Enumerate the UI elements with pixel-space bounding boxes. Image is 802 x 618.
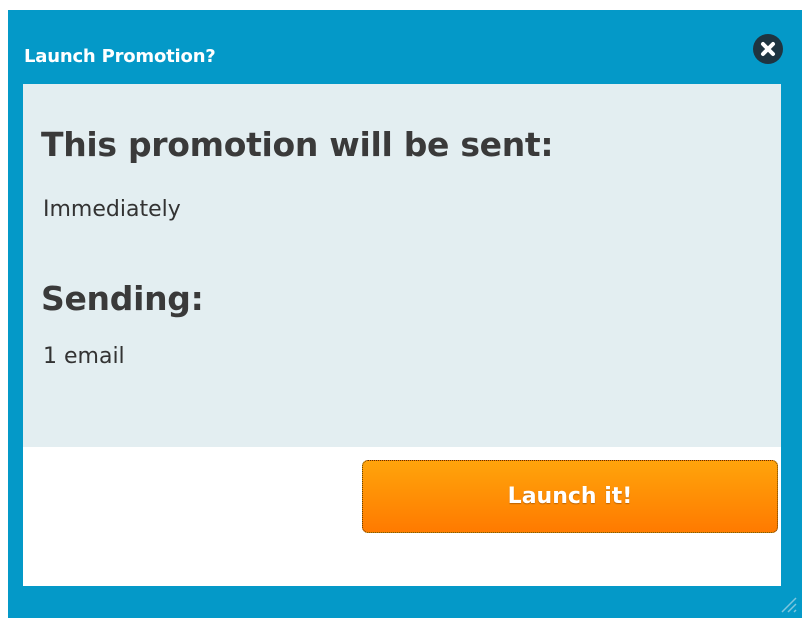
sending-count-value: 1 email — [43, 344, 125, 369]
launch-promotion-dialog: Launch Promotion? This promotion will be… — [8, 10, 802, 618]
resize-grip-icon[interactable] — [774, 590, 798, 614]
sending-heading: Sending: — [41, 279, 204, 318]
dialog-footer: Launch it! — [23, 447, 781, 586]
launch-button[interactable]: Launch it! — [362, 460, 778, 533]
send-time-heading: This promotion will be sent: — [41, 125, 554, 164]
dialog-content: This promotion will be sent: Immediately… — [23, 84, 781, 447]
dialog-title: Launch Promotion? — [24, 46, 216, 67]
send-time-value: Immediately — [43, 197, 181, 222]
close-icon — [761, 42, 775, 56]
dialog-titlebar: Launch Promotion? — [8, 10, 802, 84]
close-button[interactable] — [753, 34, 783, 64]
